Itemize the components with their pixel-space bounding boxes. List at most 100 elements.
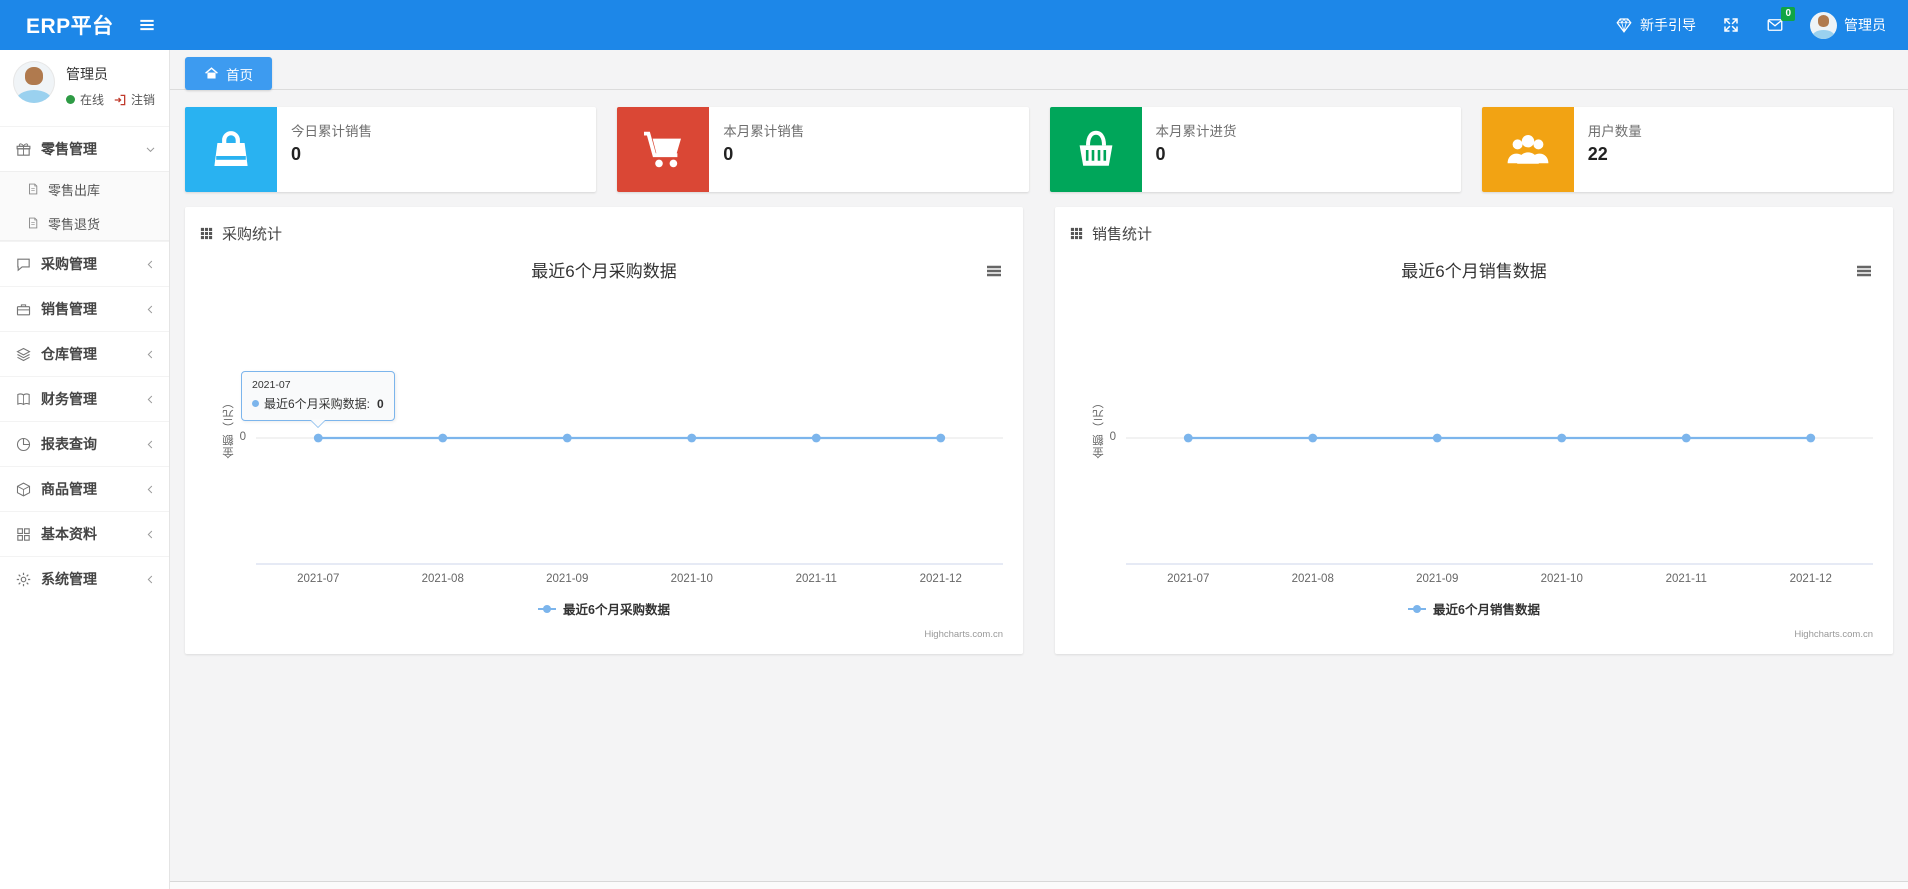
legend-item[interactable]: 最近6个月销售数据 xyxy=(1408,599,1540,618)
avatar xyxy=(1810,11,1837,39)
footer-strip xyxy=(170,881,1908,889)
gift-icon xyxy=(15,141,32,158)
sidebar-item-1[interactable]: 零售管理 xyxy=(0,126,169,171)
chevron-left-icon xyxy=(144,483,157,496)
sidebar-submenu: 零售出库 零售退货 xyxy=(0,171,169,241)
chevron-left-icon xyxy=(144,393,157,406)
chart-area: 最近6个月销售数据 金额（元） 最近6个月销售数据 Highcharts.com… xyxy=(1069,247,1879,642)
online-status-dot xyxy=(66,95,75,104)
sidebar-subitem[interactable]: 零售退货 xyxy=(0,206,169,240)
bag-icon xyxy=(207,126,255,174)
pie-icon xyxy=(15,436,32,453)
doc-icon xyxy=(26,216,40,230)
stat-card-label: 用户数量 xyxy=(1587,124,1642,139)
stat-card-value: 0 xyxy=(291,144,302,164)
layers-icon xyxy=(15,346,32,363)
users-icon xyxy=(1504,126,1552,174)
sidebar-item-label: 基本资料 xyxy=(41,526,97,542)
logout-label: 注销 xyxy=(131,93,156,107)
tab-home[interactable]: 首页 xyxy=(185,57,272,90)
y-tick-label: 0 xyxy=(1109,431,1116,443)
online-status-label: 在线 xyxy=(80,93,105,107)
sidebar-subitem-label: 零售退货 xyxy=(48,216,101,232)
legend-marker-icon xyxy=(538,604,557,613)
chevron-left-icon xyxy=(144,258,157,271)
guide-label: 新手引导 xyxy=(1640,17,1696,33)
stat-card-iconbox xyxy=(1481,107,1574,192)
sidebar-item-4[interactable]: 仓库管理 xyxy=(0,331,169,376)
logout-icon xyxy=(113,93,127,107)
sidebar-item-9[interactable]: 系统管理 xyxy=(0,556,169,601)
guide-button[interactable]: 新手引导 xyxy=(1615,15,1696,35)
sidebar-toggle-button[interactable] xyxy=(132,10,162,40)
x-tick-label: 2021-09 xyxy=(1416,573,1459,585)
messages-button[interactable]: 0 xyxy=(1766,7,1795,34)
briefcase-icon xyxy=(15,301,32,318)
navbar-username: 管理员 xyxy=(1844,17,1886,33)
x-tick-label: 2021-10 xyxy=(670,573,713,585)
sidebar-item-label: 系统管理 xyxy=(41,571,97,587)
logout-link[interactable]: 注销 xyxy=(113,91,155,108)
sidebar-item-8[interactable]: 基本资料 xyxy=(0,511,169,556)
messages-badge: 0 xyxy=(1781,7,1795,21)
legend-marker-icon xyxy=(1408,604,1427,613)
sidebar-item-7[interactable]: 商品管理 xyxy=(0,466,169,511)
th-grid-icon xyxy=(1069,226,1084,241)
sidebar-item-label: 商品管理 xyxy=(41,481,97,497)
sidebar-item-label: 仓库管理 xyxy=(41,346,97,362)
y-tick-label: 0 xyxy=(239,431,246,443)
book-icon xyxy=(15,391,32,408)
stat-card-label: 本月累计进货 xyxy=(1155,124,1237,139)
chart-panels-row: 采购统计 最近6个月采购数据 金额（元） 最近6个月采购数据 Highchart… xyxy=(185,207,1893,654)
tooltip-series-label: 最近6个月采购数据: xyxy=(264,397,371,411)
chart-panel: 销售统计 最近6个月销售数据 金额（元） 最近6个月销售数据 Highchart… xyxy=(1055,207,1893,654)
x-tick-label: 2021-12 xyxy=(919,573,962,585)
x-tick-label: 2021-09 xyxy=(546,573,589,585)
chevron-left-icon xyxy=(144,438,157,451)
sidebar-item-5[interactable]: 财务管理 xyxy=(0,376,169,421)
stat-card: 今日累计销售 0 xyxy=(185,107,597,192)
stat-card: 本月累计进货 0 xyxy=(1049,107,1461,192)
app-brand[interactable]: ERP平台 xyxy=(0,10,132,40)
user-menu[interactable]: 管理员 xyxy=(1810,11,1886,39)
box-icon xyxy=(15,481,32,498)
cart-icon xyxy=(639,126,687,174)
stat-card-value: 0 xyxy=(1155,144,1166,164)
chevron-left-icon xyxy=(144,348,157,361)
tab-home-label: 首页 xyxy=(226,67,253,83)
highcharts-credit[interactable]: Highcharts.com.cn xyxy=(1794,629,1873,640)
sidebar-item-2[interactable]: 采购管理 xyxy=(0,241,169,286)
x-tick-label: 2021-10 xyxy=(1540,573,1583,585)
x-tick-label: 2021-12 xyxy=(1789,573,1832,585)
sidebar-item-label: 采购管理 xyxy=(41,256,97,272)
sidebar-item-label: 销售管理 xyxy=(41,301,97,317)
home-icon xyxy=(204,66,219,81)
fullscreen-button[interactable] xyxy=(1722,16,1740,34)
panel-title: 销售统计 xyxy=(1092,225,1153,243)
sidebar-item-label: 报表查询 xyxy=(41,436,97,452)
legend-item[interactable]: 最近6个月采购数据 xyxy=(538,599,670,618)
sidebar: 管理员 在线 注销 零售管理 零售出库 零售退货 采购管理 销售管理 仓库管理 … xyxy=(0,50,170,889)
grid-icon xyxy=(15,526,32,543)
sidebar-item-label: 零售管理 xyxy=(41,141,97,157)
x-tick-label: 2021-11 xyxy=(795,573,837,585)
sidebar-menu: 零售管理 零售出库 零售退货 采购管理 销售管理 仓库管理 财务管理 报表查询 … xyxy=(0,126,169,601)
sidebar-subitem[interactable]: 零售出库 xyxy=(0,172,169,206)
chart-tooltip: 2021-07 最近6个月采购数据: 0 xyxy=(241,371,395,428)
panel-title: 采购统计 xyxy=(222,225,283,243)
sidebar-item-6[interactable]: 报表查询 xyxy=(0,421,169,466)
sidebar-item-3[interactable]: 销售管理 xyxy=(0,286,169,331)
gear-icon xyxy=(15,571,32,588)
sidebar-username: 管理员 xyxy=(66,66,108,82)
stat-card: 用户数量 22 xyxy=(1481,107,1893,192)
gem-icon xyxy=(1615,16,1633,34)
stat-card-label: 今日累计销售 xyxy=(291,124,372,139)
x-tick-label: 2021-08 xyxy=(421,573,464,585)
stat-card-iconbox xyxy=(185,107,277,192)
x-tick-label: 2021-07 xyxy=(297,573,340,585)
hamburger-icon xyxy=(137,15,157,35)
highcharts-credit[interactable]: Highcharts.com.cn xyxy=(924,629,1003,640)
stat-card-label: 本月累计销售 xyxy=(723,124,805,139)
legend-label: 最近6个月销售数据 xyxy=(1433,603,1540,617)
avatar xyxy=(13,61,55,103)
